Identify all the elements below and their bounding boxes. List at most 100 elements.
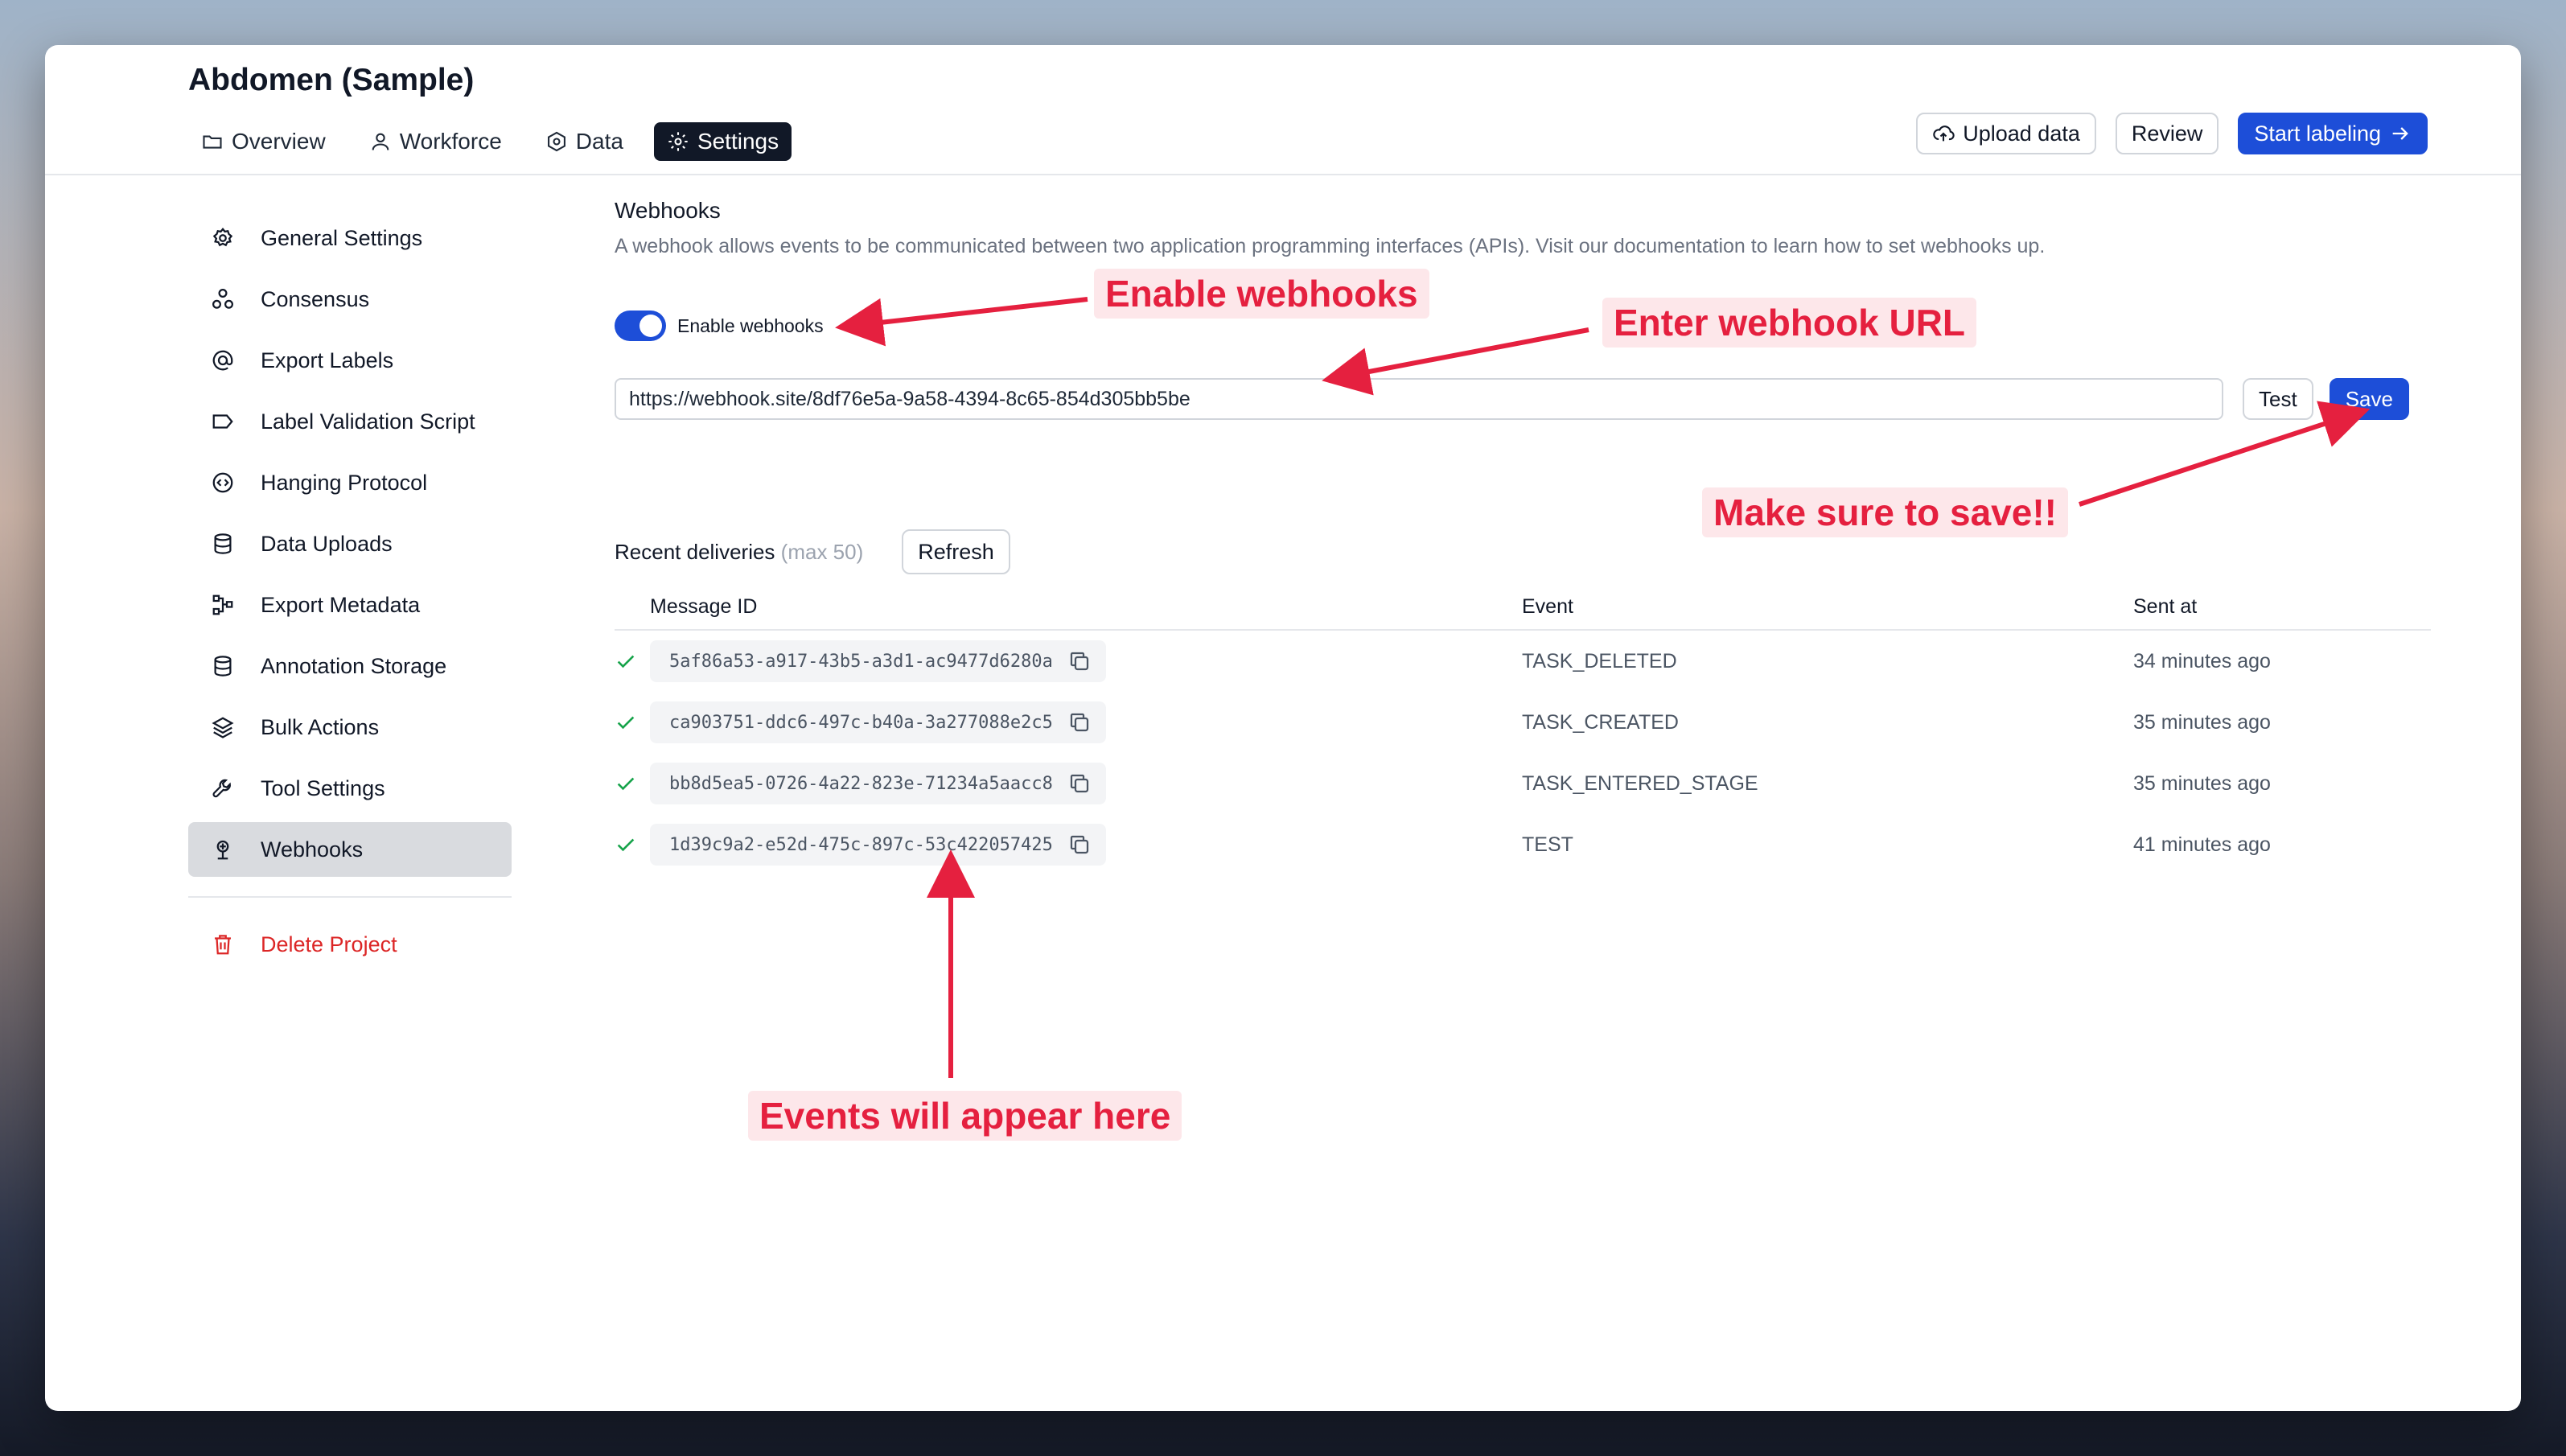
- copy-icon[interactable]: [1067, 649, 1092, 673]
- tab-overview[interactable]: Overview: [188, 122, 339, 161]
- message-id-cell: bb8d5ea5-0726-4a22-823e-71234a5aacc8: [615, 763, 1522, 804]
- table-row[interactable]: 5af86a53-a917-43b5-a3d1-ac9477d6280a TAS…: [615, 631, 2431, 692]
- check-icon: [617, 838, 635, 852]
- sidebar-item-label: Data Uploads: [261, 531, 393, 556]
- sidebar-divider: [188, 896, 512, 898]
- sidebar-item-label-validation-script[interactable]: Label Validation Script: [188, 394, 512, 449]
- table-row[interactable]: 1d39c9a2-e52d-475c-897c-53c422057425 TES…: [615, 814, 2431, 875]
- sidebar-item-webhooks[interactable]: Webhooks: [188, 822, 512, 877]
- sidebar-item-annotation-storage[interactable]: Annotation Storage: [188, 639, 512, 693]
- tab-data[interactable]: Data: [533, 122, 636, 161]
- folder-icon: [203, 135, 222, 149]
- sent-at-cell: 34 minutes ago: [2133, 649, 2271, 672]
- delete-project-label: Delete Project: [261, 932, 397, 956]
- column-event: Event: [1522, 594, 1573, 618]
- message-id-chip: bb8d5ea5-0726-4a22-823e-71234a5aacc8: [650, 763, 1106, 804]
- review-button[interactable]: Review: [2115, 113, 2219, 154]
- project-tabs: Overview Workforce Data Settings: [188, 122, 792, 161]
- test-label: Test: [2259, 386, 2297, 411]
- header-actions: Upload data Review Start labeling: [1916, 113, 2428, 154]
- trash-icon: [215, 935, 231, 955]
- save-label: Save: [2345, 386, 2393, 411]
- code-circle-icon: [212, 472, 233, 493]
- sidebar-item-label: Annotation Storage: [261, 653, 447, 678]
- section-description: A webhook allows events to be communicat…: [615, 235, 2046, 257]
- webhooks-panel: Webhooks A webhook allows events to be c…: [615, 198, 2432, 866]
- project-title: Abdomen (Sample): [188, 63, 475, 97]
- cloud-upload-icon: [1933, 125, 1955, 142]
- sidebar-item-general-settings[interactable]: General Settings: [188, 211, 512, 265]
- gear-icon: [668, 132, 688, 151]
- test-button[interactable]: Test: [2243, 378, 2313, 420]
- sidebar-item-label: Webhooks: [261, 837, 364, 862]
- annotation-save: Make sure to save!!: [1702, 487, 2068, 537]
- message-id-cell: ca903751-ddc6-497c-b40a-3a277088e2c5: [615, 701, 1522, 743]
- database-icon: [214, 533, 232, 554]
- refresh-button[interactable]: Refresh: [902, 529, 1010, 574]
- refresh-label: Refresh: [918, 539, 994, 564]
- column-message-id: Message ID: [650, 594, 758, 618]
- upload-data-button[interactable]: Upload data: [1916, 113, 2096, 154]
- sidebar-item-label: Consensus: [261, 286, 370, 311]
- copy-icon[interactable]: [1067, 710, 1092, 734]
- sent-at-cell: 41 minutes ago: [2133, 833, 2271, 856]
- check-icon: [617, 655, 635, 668]
- copy-icon[interactable]: [1067, 833, 1092, 857]
- column-sent-at: Sent at: [2133, 594, 2198, 618]
- message-id-chip: 5af86a53-a917-43b5-a3d1-ac9477d6280a: [650, 640, 1106, 682]
- tab-workforce-label: Workforce: [399, 129, 502, 154]
- message-id-cell: 1d39c9a2-e52d-475c-897c-53c422057425: [615, 824, 1522, 866]
- sidebar-item-tool-settings[interactable]: Tool Settings: [188, 761, 512, 816]
- wrench-icon: [212, 779, 231, 798]
- annotation-enable-webhooks: Enable webhooks: [1094, 269, 1429, 319]
- sidebar-item-label: Export Labels: [261, 348, 394, 372]
- sent-at-cell: 35 minutes ago: [2133, 771, 2271, 795]
- sidebar-item-export-labels[interactable]: Export Labels: [188, 333, 512, 388]
- webhook-url-input[interactable]: [615, 378, 2223, 420]
- message-id: bb8d5ea5-0726-4a22-823e-71234a5aacc8: [669, 773, 1053, 794]
- start-labeling-button[interactable]: Start labeling: [2238, 113, 2428, 154]
- event-cell: TEST: [1522, 833, 1573, 856]
- sidebar-item-label: Label Validation Script: [261, 409, 475, 434]
- recent-deliveries-max: (max 50): [780, 539, 864, 564]
- save-button[interactable]: Save: [2329, 378, 2409, 420]
- table-header: Message ID Event Sent at: [615, 584, 2431, 631]
- sidebar-item-hanging-protocol[interactable]: Hanging Protocol: [188, 455, 512, 510]
- message-id-chip: ca903751-ddc6-497c-b40a-3a277088e2c5: [650, 701, 1106, 743]
- enable-webhooks-toggle[interactable]: [615, 311, 666, 341]
- tab-settings[interactable]: Settings: [653, 122, 792, 161]
- delete-project-button[interactable]: Delete Project: [188, 917, 512, 972]
- check-icon: [617, 777, 635, 791]
- copy-icon[interactable]: [1067, 771, 1092, 796]
- annotation-events: Events will appear here: [748, 1091, 1182, 1141]
- message-id: ca903751-ddc6-497c-b40a-3a277088e2c5: [669, 712, 1053, 733]
- sidebar-item-label: Hanging Protocol: [261, 470, 428, 495]
- tab-data-label: Data: [575, 129, 623, 154]
- message-id: 1d39c9a2-e52d-475c-897c-53c422057425: [669, 834, 1053, 855]
- gear-icon: [212, 227, 233, 247]
- sidebar-item-data-uploads[interactable]: Data Uploads: [188, 516, 512, 571]
- enable-webhooks-label: Enable webhooks: [677, 315, 824, 336]
- hexagon-icon: [547, 131, 565, 152]
- app-window: Abdomen (Sample) Overview Workforce Data…: [45, 45, 2521, 1411]
- upload-data-label: Upload data: [1963, 121, 2080, 146]
- deliveries-table: Message ID Event Sent at 5af86a53-a917-4…: [615, 584, 2431, 875]
- enable-webhooks-row: Enable webhooks: [615, 311, 824, 341]
- annotation-webhook-url: Enter webhook URL: [1602, 298, 1977, 348]
- table-row[interactable]: ca903751-ddc6-497c-b40a-3a277088e2c5 TAS…: [615, 692, 2431, 753]
- table-row[interactable]: bb8d5ea5-0726-4a22-823e-71234a5aacc8 TAS…: [615, 753, 2431, 814]
- sidebar-item-label: Tool Settings: [261, 775, 385, 800]
- sidebar-item-bulk-actions[interactable]: Bulk Actions: [188, 700, 512, 755]
- share-nodes-icon: [212, 594, 233, 615]
- sidebar-item-consensus[interactable]: Consensus: [188, 272, 512, 327]
- page-header: Abdomen (Sample) Overview Workforce Data…: [45, 45, 2521, 175]
- message-id: 5af86a53-a917-43b5-a3d1-ac9477d6280a: [669, 651, 1053, 672]
- arrow-right-icon: [2392, 127, 2408, 140]
- recent-deliveries-title: Recent deliveries (max 50): [615, 540, 863, 565]
- event-cell: TASK_ENTERED_STAGE: [1522, 771, 1758, 795]
- tab-workforce[interactable]: Workforce: [356, 122, 515, 161]
- sidebar-item-export-metadata[interactable]: Export Metadata: [188, 578, 512, 632]
- section-title: Webhooks: [615, 198, 721, 223]
- tab-settings-label: Settings: [697, 129, 779, 154]
- recent-deliveries-header: Recent deliveries (max 50) Refresh: [615, 529, 1010, 574]
